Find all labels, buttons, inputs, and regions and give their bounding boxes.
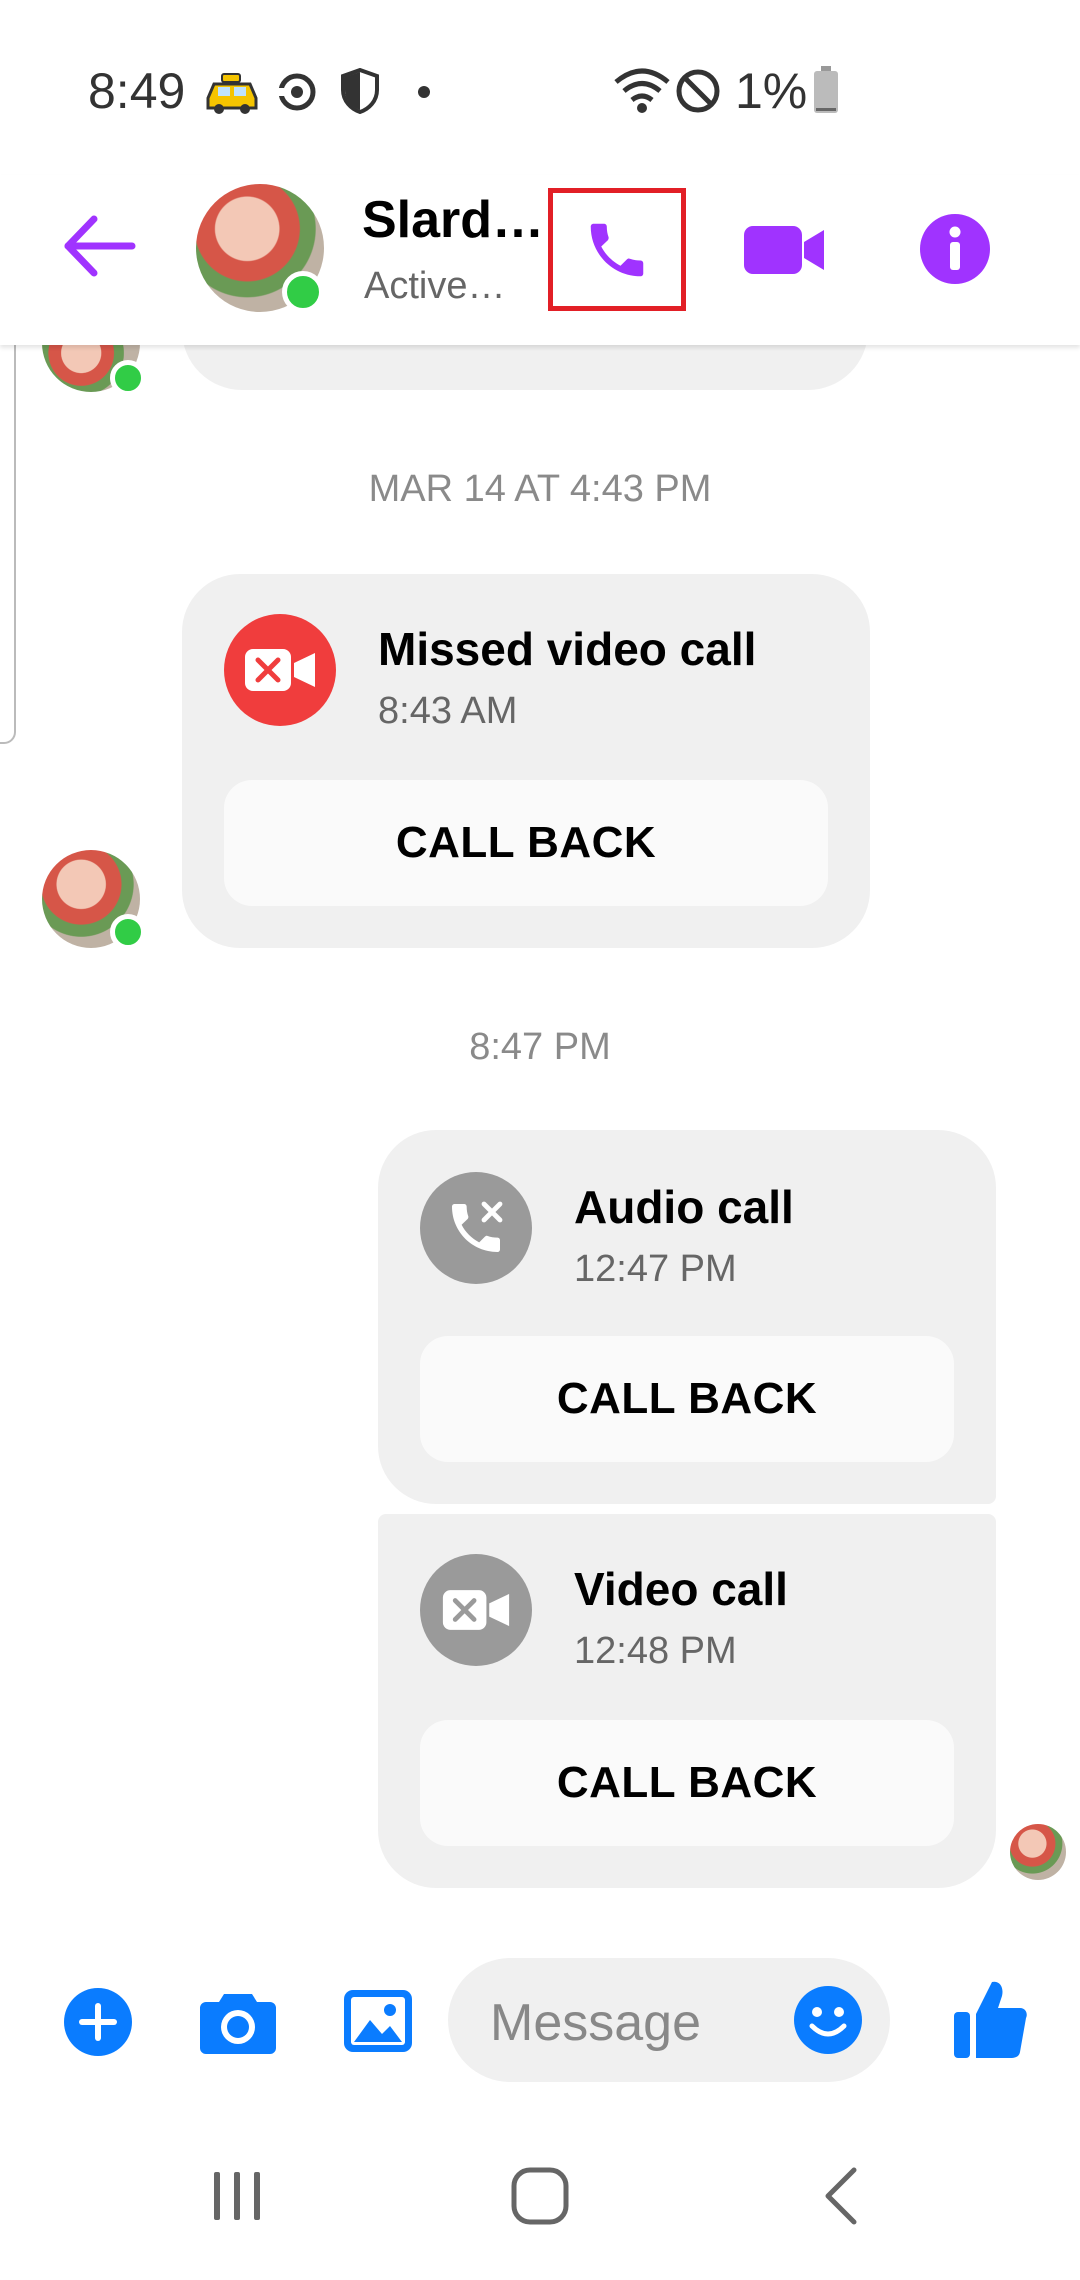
online-indicator (282, 271, 324, 313)
contact-name[interactable]: Slard… (362, 190, 544, 250)
navigation-bar (0, 2120, 1080, 2280)
camera-icon[interactable] (198, 1990, 278, 2056)
recent-apps-icon[interactable] (210, 2170, 264, 2222)
contact-active-status: Active… (364, 265, 506, 307)
audio-call-bubble: Audio call 12:47 PM CALL BACK (378, 1130, 996, 1504)
sync-icon (277, 73, 316, 111)
read-receipt-avatar (1010, 1824, 1066, 1880)
call-time: 8:43 AM (378, 690, 518, 732)
call-back-button[interactable]: CALL BACK (420, 1336, 954, 1462)
back-arrow-icon[interactable] (60, 213, 136, 279)
online-indicator (110, 914, 146, 950)
battery-icon (814, 66, 838, 113)
info-icon (920, 214, 990, 284)
call-title: Video call (574, 1563, 788, 1615)
gallery-icon[interactable] (342, 1988, 414, 2054)
status-time: 8:49 (88, 63, 186, 119)
online-indicator (110, 360, 146, 396)
phone-missed-icon (420, 1172, 532, 1284)
call-back-button[interactable]: CALL BACK (224, 780, 828, 906)
video-call-bubble: Video call 12:48 PM CALL BACK (378, 1514, 996, 1888)
call-title: Missed video call (378, 623, 757, 675)
do-not-disturb-icon (676, 69, 720, 113)
home-icon[interactable] (510, 2166, 570, 2226)
highlight-box (548, 188, 686, 311)
taxi-icon (206, 73, 258, 114)
call-time: 12:47 PM (574, 1248, 737, 1290)
timestamp-divider: MAR 14 AT 4:43 PM (368, 468, 712, 510)
battery-percent: 1% (735, 63, 808, 119)
video-camera-icon (744, 226, 824, 274)
video-missed-icon (420, 1554, 532, 1666)
shield-icon (341, 68, 379, 114)
emoji-icon[interactable] (792, 1984, 864, 2056)
notification-dot (418, 86, 430, 98)
call-time: 12:48 PM (574, 1630, 737, 1672)
scroll-edge (0, 320, 16, 744)
call-title: Audio call (574, 1181, 794, 1233)
wifi-icon (614, 68, 670, 113)
info-button[interactable] (918, 212, 992, 286)
status-bar: 8:49 1% (0, 0, 1080, 175)
video-call-button[interactable] (740, 212, 830, 288)
back-icon[interactable] (820, 2166, 864, 2226)
thumbs-up-icon[interactable] (952, 1978, 1028, 2060)
missed-video-icon (224, 614, 336, 726)
timestamp-divider: 8:47 PM (469, 1026, 611, 1068)
missed-video-call-bubble: Missed video call 8:43 AM CALL BACK (182, 574, 870, 948)
message-placeholder: Message (490, 1994, 701, 2052)
plus-icon[interactable] (62, 1986, 134, 2058)
call-back-button[interactable]: CALL BACK (420, 1720, 954, 1846)
